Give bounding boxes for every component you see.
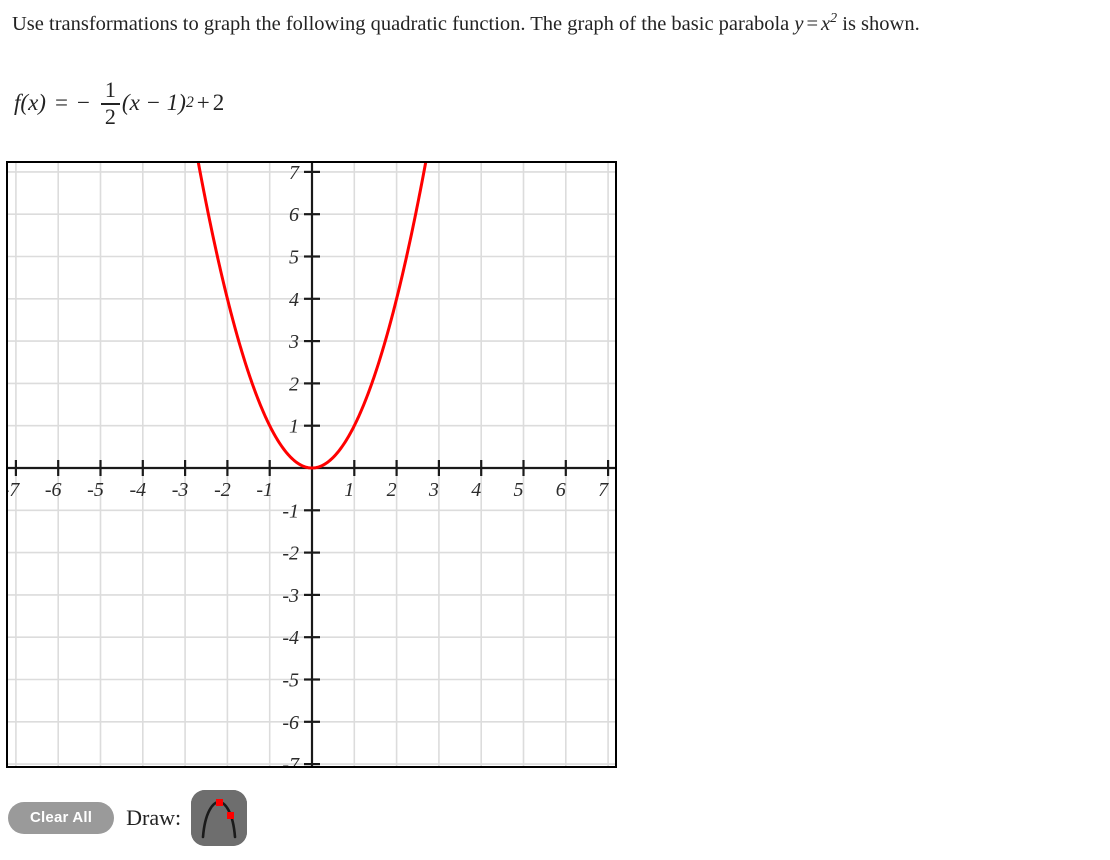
y-axis-tick-label: 5	[289, 247, 299, 269]
y-axis-tick-label: 1	[289, 416, 299, 438]
problem-statement: Use transformations to graph the followi…	[12, 6, 1107, 37]
x-axis-tick-label: -5	[87, 479, 104, 501]
y-axis-tick-label: -6	[282, 712, 299, 734]
y-axis-tick-label: 2	[289, 373, 299, 395]
function-equals: =	[54, 89, 68, 115]
function-variable: x	[28, 89, 39, 115]
function-open-paren: (	[20, 89, 29, 115]
y-axis-tick-label: -7	[282, 754, 300, 768]
x-axis-tick-label: -7	[6, 479, 20, 501]
x-axis-tick-label: -2	[214, 479, 231, 501]
x-axis-tick-label: -4	[129, 479, 146, 501]
function-close-paren: )	[38, 89, 46, 115]
graph-svg[interactable]: -7 -6 -5 -4 -3 -2 -1 1 2 3 4 5 6 7 7 6 5 4 3 2 1 -1 -2 -3 -4 -5 -6…	[6, 161, 617, 768]
y-axis-tick-label: -1	[282, 500, 299, 522]
function-plus: +	[196, 89, 210, 115]
fraction-numerator: 1	[104, 77, 116, 102]
function-constant: 2	[212, 89, 225, 115]
problem-statement-text: Use transformations to graph the followi…	[12, 12, 795, 35]
y-axis-tick-label: -3	[282, 585, 299, 607]
x-axis-tick-label: 1	[344, 479, 354, 501]
tool-icon-vertex-point	[216, 799, 224, 806]
coefficient-fraction: 1 2	[100, 77, 120, 130]
fraction-denominator: 2	[104, 104, 116, 130]
x-axis-tick-label: 5	[514, 479, 524, 501]
x-axis-tick-label: -1	[256, 479, 273, 501]
y-axis-tick-label: -5	[282, 670, 299, 692]
x-axis-tick-label: -3	[172, 479, 189, 501]
tool-icon-second-point	[227, 812, 235, 819]
x-axis-tick-label: 6	[556, 479, 566, 501]
function-group: (x − 1)	[121, 89, 186, 115]
function-group-exponent: 2	[185, 93, 194, 111]
y-axis-tick-label: 4	[289, 289, 299, 311]
tool-icon-background	[191, 790, 248, 846]
x-axis-tick-label: 7	[598, 479, 609, 501]
problem-statement-suffix: is shown.	[837, 12, 920, 35]
y-axis-tick-label: 3	[288, 331, 299, 353]
clear-all-button[interactable]: Clear All	[8, 802, 115, 834]
x-axis-tick-label: 3	[428, 479, 439, 501]
graph-canvas[interactable]: -7 -6 -5 -4 -3 -2 -1 1 2 3 4 5 6 7 7 6 5 4 3 2 1 -1 -2 -3 -4 -5 -6…	[6, 161, 617, 768]
function-expression: f(x) = − 1 2 (x − 1) 2 + 2	[14, 77, 225, 130]
draw-label: Draw:	[126, 805, 182, 830]
parabola-tool-button[interactable]	[191, 790, 248, 846]
x-axis-tick-label: -6	[45, 479, 62, 501]
y-axis-tick-label: 6	[289, 204, 299, 226]
drawing-toolbar: Clear All Draw:	[8, 790, 248, 846]
function-leading-minus: −	[76, 89, 90, 115]
y-axis-tick-label: -2	[282, 543, 299, 565]
y-axis-tick-label: 7	[289, 162, 300, 184]
math-equals: =	[806, 12, 819, 35]
y-axis-tick-label: -4	[282, 627, 299, 649]
x-axis-tick-label: 4	[471, 479, 481, 501]
parabola-tool-icon	[191, 790, 248, 846]
x-axis-tick-label: 2	[387, 479, 397, 501]
math-x: x	[821, 12, 831, 35]
